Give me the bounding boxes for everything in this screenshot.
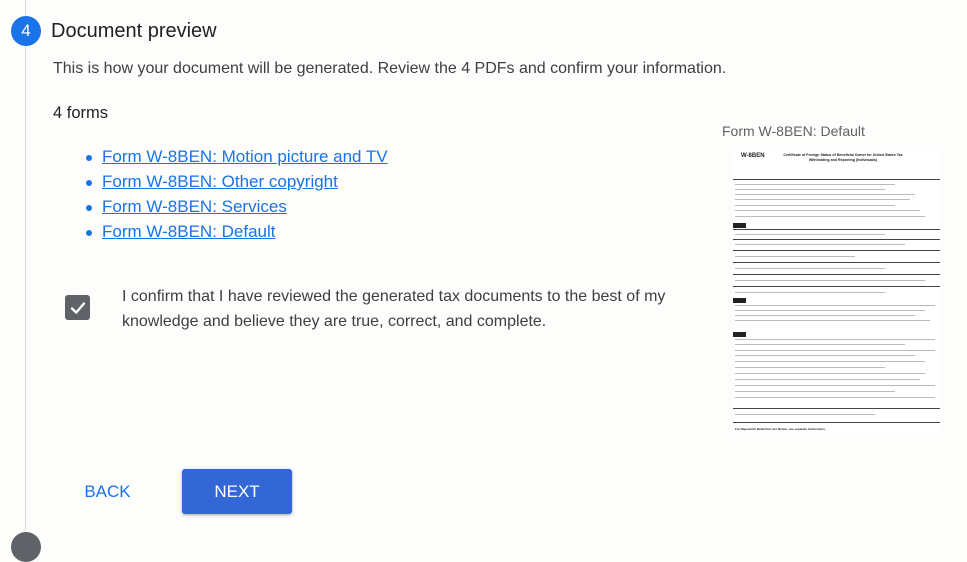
pdf-form-name: W-8BEN bbox=[741, 153, 765, 159]
list-item: Form W-8BEN: Default bbox=[84, 221, 388, 246]
pdf-text-line bbox=[735, 355, 915, 356]
pdf-text-line bbox=[735, 315, 915, 316]
back-button[interactable]: BACK bbox=[70, 470, 145, 514]
pdf-text-line bbox=[735, 205, 895, 206]
confirm-checkbox[interactable] bbox=[65, 295, 90, 320]
pdf-text-line bbox=[735, 199, 910, 200]
pdf-text-line bbox=[735, 397, 935, 398]
pdf-rule bbox=[733, 286, 940, 287]
pdf-text-line bbox=[735, 379, 920, 380]
pdf-text-line bbox=[735, 385, 935, 386]
pdf-preview[interactable]: W-8BEN Certificate of Foreign Status of … bbox=[733, 150, 940, 433]
pdf-text-line bbox=[735, 256, 855, 257]
pdf-rule bbox=[733, 274, 940, 275]
pdf-text-line bbox=[735, 280, 925, 281]
form-link-other-copyright[interactable]: Form W-8BEN: Other copyright bbox=[102, 172, 338, 191]
step-intro-text: This is how your document will be genera… bbox=[53, 60, 727, 77]
pdf-text-line bbox=[735, 320, 930, 321]
step-number-badge: 4 bbox=[11, 16, 41, 46]
form-link-motion-picture[interactable]: Form W-8BEN: Motion picture and TV bbox=[102, 147, 388, 166]
pdf-text-line bbox=[735, 367, 885, 368]
checkmark-icon bbox=[70, 301, 85, 314]
next-button[interactable]: NEXT bbox=[182, 469, 292, 514]
list-item: Form W-8BEN: Motion picture and TV bbox=[84, 146, 388, 171]
preview-label: Form W-8BEN: Default bbox=[722, 123, 865, 139]
pdf-text-line bbox=[735, 339, 935, 340]
pdf-text-line bbox=[735, 194, 915, 195]
pdf-text-line bbox=[735, 268, 885, 269]
pdf-text-line bbox=[735, 344, 905, 345]
pdf-rule bbox=[733, 408, 940, 409]
pdf-part-marker bbox=[733, 298, 746, 303]
pdf-footer-text: For Paperwork Reduction Act Notice, see … bbox=[735, 427, 826, 431]
pdf-text-line bbox=[735, 414, 875, 415]
pdf-rule bbox=[733, 250, 940, 251]
pdf-text-line bbox=[735, 234, 885, 235]
pdf-text-line bbox=[735, 391, 895, 392]
pdf-rule bbox=[733, 239, 940, 240]
step-title: Document preview bbox=[51, 20, 217, 42]
pdf-text-line bbox=[735, 373, 925, 374]
form-link-services[interactable]: Form W-8BEN: Services bbox=[102, 197, 287, 216]
pdf-text-line bbox=[735, 305, 935, 306]
forms-count-heading: 4 forms bbox=[53, 104, 109, 122]
pdf-text-line bbox=[735, 310, 925, 311]
pdf-text-line bbox=[735, 244, 905, 245]
confirm-text: I confirm that I have reviewed the gener… bbox=[122, 288, 666, 330]
list-item: Form W-8BEN: Services bbox=[84, 196, 388, 221]
next-step-badge bbox=[11, 532, 41, 562]
list-item: Form W-8BEN: Other copyright bbox=[84, 171, 388, 196]
step-connector-line bbox=[25, 0, 26, 16]
pdf-part-marker bbox=[733, 332, 746, 337]
pdf-text-line bbox=[735, 184, 895, 185]
pdf-text-line bbox=[735, 216, 925, 217]
pdf-part-marker bbox=[733, 223, 746, 228]
pdf-text-line bbox=[735, 361, 925, 362]
forms-list: Form W-8BEN: Motion picture and TV Form … bbox=[84, 146, 388, 246]
pdf-form-title: Certificate of Foreign Status of Benefic… bbox=[783, 153, 903, 162]
pdf-rule bbox=[733, 262, 940, 263]
pdf-text-line bbox=[735, 350, 935, 351]
pdf-text-line bbox=[735, 292, 885, 293]
pdf-rule bbox=[733, 179, 940, 180]
step-connector-line bbox=[25, 46, 26, 530]
pdf-text-line bbox=[735, 189, 885, 190]
form-link-default[interactable]: Form W-8BEN: Default bbox=[102, 222, 276, 241]
pdf-rule bbox=[733, 422, 940, 423]
pdf-rule bbox=[733, 229, 940, 230]
pdf-text-line bbox=[735, 210, 920, 211]
